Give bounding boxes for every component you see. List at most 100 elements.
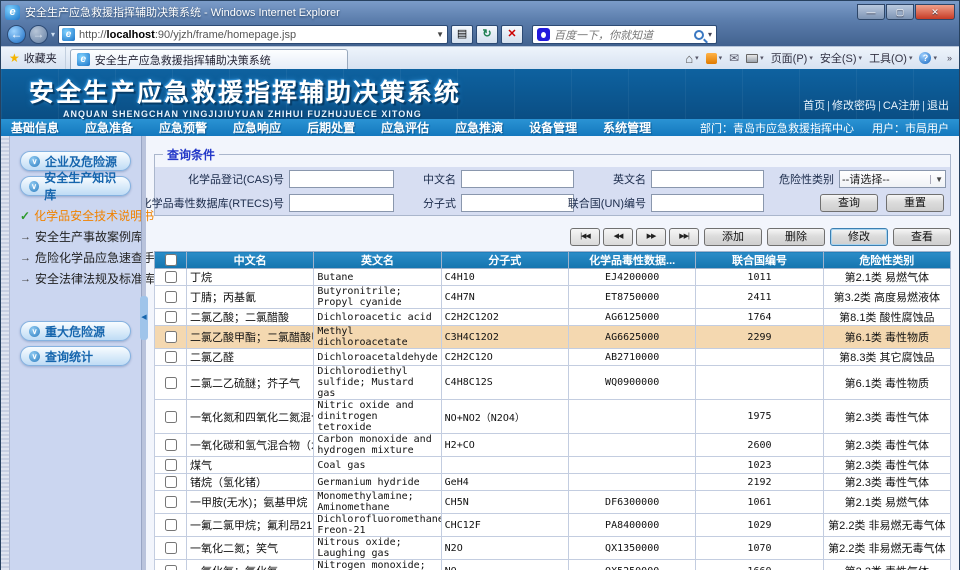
formula-input[interactable] [461,194,574,212]
stop-button[interactable]: ✕ [501,25,523,44]
sidebar-item[interactable]: ✓化学品安全技术说明书 [20,205,141,226]
nav-item[interactable]: 系统管理 [603,119,651,136]
col-header-rtecs[interactable]: 化学品毒性数据... [568,252,695,269]
row-checkbox[interactable] [165,311,177,323]
table-row[interactable]: 一氧化氮；氧化氮Nitrogen monoxide; Nitric oxideN… [155,560,951,570]
browser-tab[interactable]: e 安全生产应急救援指挥辅助决策系统 [70,49,348,70]
table-row[interactable]: 一甲胺(无水)；氨基甲烷Monomethylamine; Aminomethan… [155,491,951,514]
cas-input[interactable] [289,170,394,188]
feeds-button[interactable]: ▾ [706,53,723,64]
table-row[interactable]: 丁腈；丙基氰Butyronitrile; Propyl cyanideC4H7N… [155,286,951,309]
sidebar-group-knowledge[interactable]: ∨ 安全生产知识库 [20,176,131,196]
refresh-button[interactable]: ↻ [476,25,498,44]
table-row[interactable]: 二氯乙醛DichloroacetaldehydeC2H2C12OAB271000… [155,349,951,366]
row-checkbox[interactable] [165,351,177,363]
table-row[interactable]: 一氧化氮和四氧化二氮混合物（氮氧化物，硝基气，氧化氮气体）Nitric oxid… [155,400,951,434]
search-input[interactable] [554,29,690,41]
forward-button[interactable]: → [29,25,48,44]
un-input[interactable] [651,194,764,212]
cn-name-input[interactable] [461,170,574,188]
modify-button[interactable]: 修改 [830,228,888,246]
row-checkbox[interactable] [165,519,177,531]
first-page-button[interactable]: |◀◀ [570,228,600,246]
header-link[interactable]: 退出 [927,100,949,112]
nav-item[interactable]: 后期处置 [307,119,355,136]
search-button[interactable]: 查询 [820,194,878,212]
row-checkbox[interactable] [165,291,177,303]
history-dropdown-icon[interactable]: ▾ [51,30,55,39]
last-page-button[interactable]: ▶▶| [669,228,699,246]
row-checkbox[interactable] [165,271,177,283]
print-button[interactable]: ▾ [746,54,764,63]
table-row[interactable]: 一氧化二氮；笑气Nitrous oxide; Laughing gasN2OQX… [155,537,951,560]
row-checkbox[interactable] [165,459,177,471]
sidebar-item[interactable]: →安全生产事故案例库 [20,226,141,247]
nav-item[interactable]: 基础信息 [11,119,59,136]
search-dropdown-icon[interactable]: ▾ [708,30,712,39]
row-checkbox[interactable] [165,411,177,423]
nav-item[interactable]: 应急推演 [455,119,503,136]
view-button[interactable]: 查看 [893,228,951,246]
col-header-un[interactable]: 联合国编号 [696,252,823,269]
page-menu[interactable]: 页面(P)▾ [771,50,813,66]
table-row[interactable]: 一氧化碳和氢气混合物（水煤气）Carbon monoxide and hydro… [155,434,951,457]
col-header-formula[interactable]: 分子式 [441,252,568,269]
rtecs-input[interactable] [289,194,394,212]
collapse-sidebar-icon[interactable]: ◀ [140,296,148,340]
table-row[interactable]: 煤气Coal gas1023第2.3类 毒性气体 [155,457,951,474]
sidebar-group-stats[interactable]: ∨ 查询统计 [20,346,131,366]
nav-item[interactable]: 应急评估 [381,119,429,136]
header-link[interactable]: CA注册 [883,100,920,112]
row-checkbox[interactable] [165,565,177,570]
maximize-button[interactable]: ▢ [886,4,914,20]
prev-page-button[interactable]: ◀◀ [603,228,633,246]
nav-item[interactable]: 应急预警 [159,119,207,136]
safety-menu[interactable]: 安全(S)▾ [820,50,862,66]
read-mail-button[interactable]: ✉ [729,51,739,65]
search-icon[interactable] [694,30,704,40]
row-checkbox[interactable] [165,496,177,508]
row-checkbox[interactable] [165,439,177,451]
header-link[interactable]: 修改密码 [832,100,876,112]
table-row[interactable]: 二氯乙酸；二氯醋酸Dichloroacetic acidC2H2C12O2AG6… [155,309,951,326]
nav-item[interactable]: 应急响应 [233,119,281,136]
help-menu[interactable]: ?▾ [919,52,937,64]
row-checkbox[interactable] [165,542,177,554]
url-dropdown-icon[interactable]: ▼ [436,30,444,39]
favorites-button[interactable]: ★ 收藏夹 [1,47,66,69]
row-checkbox[interactable] [165,476,177,488]
compatibility-view-button[interactable]: ▤ [451,25,473,44]
en-name-input[interactable] [651,170,764,188]
col-header-cn[interactable]: 中文名 [187,252,314,269]
table-row[interactable]: 丁烷ButaneC4H10EJ42000001011第2.1类 易燃气体 [155,269,951,286]
next-page-button[interactable]: ▶▶ [636,228,666,246]
table-row[interactable]: 锗烷（氢化锗）Germanium hydrideGeH42192第2.3类 毒性… [155,474,951,491]
reset-button[interactable]: 重置 [886,194,944,212]
row-checkbox[interactable] [165,377,177,389]
table-row[interactable]: 一氟二氯甲烷；氟利昂21Dichlorofluoromethane; Freon… [155,514,951,537]
header-link[interactable]: 首页 [803,100,825,112]
sidebar-item[interactable]: →危险化学品应急速查手... [20,247,141,268]
sidebar-item[interactable]: →安全法律法规及标准库 [20,268,141,289]
delete-button[interactable]: 删除 [767,228,825,246]
nav-item[interactable]: 设备管理 [529,119,577,136]
tools-menu[interactable]: 工具(O)▾ [869,50,912,66]
minimize-button[interactable]: — [857,4,885,20]
table-row[interactable]: 二氯二乙硫醚；芥子气Dichlorodiethyl sulfide; Musta… [155,366,951,400]
address-bar[interactable]: e http://localhost:90/yjzh/frame/homepag… [58,25,448,44]
home-button[interactable]: ⌂▾ [685,51,698,66]
row-checkbox[interactable] [165,331,177,343]
table-row[interactable]: 二氯乙酸甲酯；二氯醋酸甲酯Methyl dichloroacetateC3H4C… [155,326,951,349]
sidebar-group-hazard[interactable]: ∨ 重大危险源 [20,321,131,341]
sidebar-splitter[interactable]: ◀ [141,136,146,570]
back-button[interactable]: ← [7,25,26,44]
col-header-en[interactable]: 英文名 [314,252,441,269]
sidebar-group-enterprise[interactable]: ∨ 企业及危险源 [20,151,131,171]
nav-item[interactable]: 应急准备 [85,119,133,136]
close-button[interactable]: ✕ [915,4,955,20]
select-all-checkbox[interactable] [165,254,177,266]
col-header-hazard[interactable]: 危险性类别 [823,252,950,269]
hazard-select[interactable]: --请选择-- ▼ [839,170,946,188]
toolbar-overflow-icon[interactable]: » [944,53,955,63]
search-box[interactable]: ▾ [532,25,717,44]
